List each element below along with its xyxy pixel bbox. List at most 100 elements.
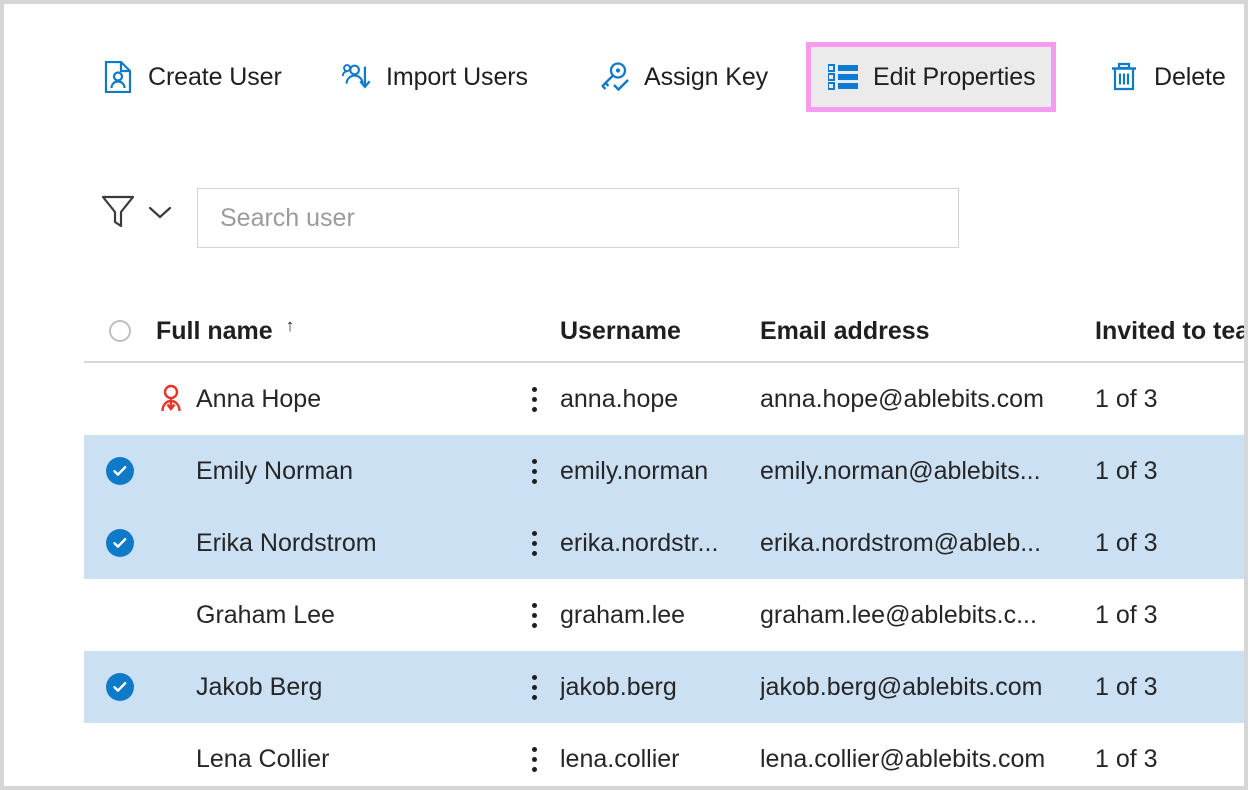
column-header-username-label: Username xyxy=(560,316,681,345)
import-users-icon xyxy=(340,61,372,93)
cell-full-name-text: Lena Collier xyxy=(196,744,330,773)
column-header-teams-label: Invited to teams xyxy=(1095,316,1244,345)
cell-teams: 1 of 3 xyxy=(1095,673,1244,702)
import-users-label: Import Users xyxy=(386,62,528,91)
create-user-button[interactable]: Create User xyxy=(88,45,296,109)
cell-username-text: anna.hope xyxy=(560,384,679,413)
cell-email: anna.hope@ablebits.com xyxy=(760,385,1095,414)
cell-username-text: erika.nordstr... xyxy=(560,528,719,557)
row-actions-button[interactable] xyxy=(508,602,560,628)
search-input[interactable] xyxy=(198,189,958,247)
cell-email-text: emily.norman@ablebits... xyxy=(760,456,1041,485)
search-box[interactable] xyxy=(197,188,959,248)
more-vertical-icon[interactable] xyxy=(531,458,537,484)
app-window: Create User Import Users Assign Key Edit… xyxy=(4,4,1244,786)
cell-username-text: jakob.berg xyxy=(560,672,677,701)
delete-button[interactable]: Delete xyxy=(1094,45,1240,109)
create-user-label: Create User xyxy=(148,62,282,91)
cell-username: jakob.berg xyxy=(560,673,760,702)
row-actions-button[interactable] xyxy=(508,746,560,772)
filter-funnel-icon xyxy=(100,192,136,237)
cell-full-name: Anna Hope xyxy=(156,384,508,414)
more-vertical-icon[interactable] xyxy=(531,746,537,772)
cell-email-text: erika.nordstrom@ableb... xyxy=(760,528,1042,557)
cell-email: graham.lee@ablebits.c... xyxy=(760,601,1095,630)
cell-email: erika.nordstrom@ableb... xyxy=(760,529,1095,558)
cell-email-text: jakob.berg@ablebits.com xyxy=(760,672,1043,701)
table-row[interactable]: Jakob Berg jakob.berg jakob.berg@ablebits.… xyxy=(84,651,1244,723)
table-body: Anna Hope anna.hope anna.hope@ablebits.com… xyxy=(84,363,1244,786)
assign-key-icon xyxy=(598,61,630,93)
cell-teams-text: 1 of 3 xyxy=(1095,744,1158,773)
cell-email: jakob.berg@ablebits.com xyxy=(760,673,1095,702)
cell-username: erika.nordstr... xyxy=(560,529,760,558)
column-header-full-name-label: Full name xyxy=(156,316,273,345)
row-select-checkbox[interactable] xyxy=(84,673,156,701)
cell-email: lena.collier@ablebits.com xyxy=(760,745,1095,774)
column-header-full-name[interactable]: Full name ↑ xyxy=(156,317,508,346)
create-user-icon xyxy=(102,61,134,93)
table-header-row: Full name ↑ Username Email address Invite… xyxy=(84,301,1244,363)
cell-teams-text: 1 of 3 xyxy=(1095,672,1158,701)
cell-teams-text: 1 of 3 xyxy=(1095,528,1158,557)
delete-label: Delete xyxy=(1154,62,1226,91)
filter-button[interactable] xyxy=(100,192,174,237)
row-actions-button[interactable] xyxy=(508,530,560,556)
cell-full-name: Jakob Berg xyxy=(156,673,508,702)
row-actions-button[interactable] xyxy=(508,674,560,700)
column-header-username[interactable]: Username xyxy=(560,317,760,346)
more-vertical-icon[interactable] xyxy=(531,530,537,556)
import-users-button[interactable]: Import Users xyxy=(326,45,542,109)
cell-username-text: graham.lee xyxy=(560,600,686,629)
command-toolbar: Create User Import Users Assign Key Edit… xyxy=(4,4,1244,144)
cell-teams-text: 1 of 3 xyxy=(1095,600,1158,629)
cell-email-text: lena.collier@ablebits.com xyxy=(760,744,1046,773)
cell-username-text: emily.norman xyxy=(560,456,709,485)
cell-full-name: Emily Norman xyxy=(156,457,508,486)
user-pending-icon xyxy=(156,384,186,414)
table-row[interactable]: Graham Lee graham.lee graham.lee@ablebits.… xyxy=(84,579,1244,651)
row-actions-button[interactable] xyxy=(508,458,560,484)
cell-full-name-text: Emily Norman xyxy=(196,456,353,485)
column-header-email[interactable]: Email address xyxy=(760,317,1095,346)
cell-teams: 1 of 3 xyxy=(1095,385,1244,414)
sort-ascending-icon: ↑ xyxy=(285,316,295,336)
column-header-email-label: Email address xyxy=(760,316,930,345)
cell-username: lena.collier xyxy=(560,745,760,774)
row-select-checkbox[interactable] xyxy=(84,529,156,557)
checkmark-icon[interactable] xyxy=(106,529,134,557)
edit-properties-label: Edit Properties xyxy=(873,62,1036,91)
cell-email-text: anna.hope@ablebits.com xyxy=(760,384,1044,413)
cell-teams: 1 of 3 xyxy=(1095,745,1244,774)
checkmark-icon[interactable] xyxy=(106,457,134,485)
table-row[interactable]: Lena Collier lena.collier lena.collier@abl… xyxy=(84,723,1244,786)
cell-teams: 1 of 3 xyxy=(1095,529,1244,558)
cell-username: anna.hope xyxy=(560,385,760,414)
cell-full-name: Lena Collier xyxy=(156,745,508,774)
column-header-teams[interactable]: Invited to teams xyxy=(1095,317,1244,346)
more-vertical-icon[interactable] xyxy=(531,674,537,700)
table-row[interactable]: Erika Nordstrom erika.nordstr... erika.nor… xyxy=(84,507,1244,579)
select-all-cell[interactable] xyxy=(84,320,156,342)
cell-username: graham.lee xyxy=(560,601,760,630)
users-table: Full name ↑ Username Email address Invite… xyxy=(84,301,1244,786)
edit-properties-button[interactable]: Edit Properties xyxy=(806,42,1057,112)
cell-teams: 1 of 3 xyxy=(1095,457,1244,486)
cell-full-name: Graham Lee xyxy=(156,601,508,630)
checkmark-icon[interactable] xyxy=(106,673,134,701)
cell-email: emily.norman@ablebits... xyxy=(760,457,1095,486)
chevron-down-icon xyxy=(146,202,174,227)
radio-circle-icon[interactable] xyxy=(109,320,131,342)
row-select-checkbox[interactable] xyxy=(84,457,156,485)
more-vertical-icon[interactable] xyxy=(531,386,537,412)
filter-search-row xyxy=(4,144,1244,289)
row-actions-button[interactable] xyxy=(508,386,560,412)
cell-email-text: graham.lee@ablebits.c... xyxy=(760,600,1037,629)
cell-full-name-text: Jakob Berg xyxy=(196,672,323,701)
cell-teams: 1 of 3 xyxy=(1095,601,1244,630)
assign-key-button[interactable]: Assign Key xyxy=(584,45,782,109)
table-row[interactable]: Emily Norman emily.norman emily.norman@abl… xyxy=(84,435,1244,507)
more-vertical-icon[interactable] xyxy=(531,602,537,628)
table-row[interactable]: Anna Hope anna.hope anna.hope@ablebits.com… xyxy=(84,363,1244,435)
cell-full-name: Erika Nordstrom xyxy=(156,529,508,558)
